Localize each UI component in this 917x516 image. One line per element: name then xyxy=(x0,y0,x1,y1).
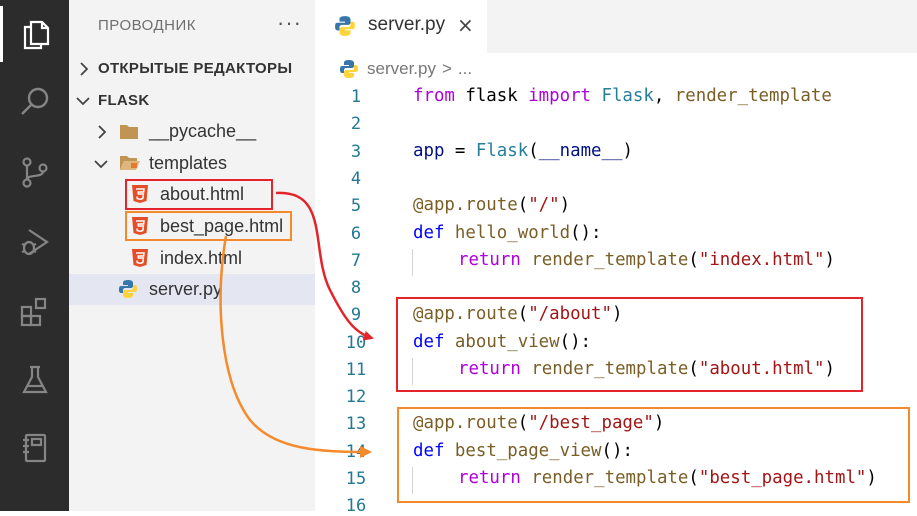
tab-label: server.py xyxy=(368,14,446,35)
breadcrumb: server.py > ... xyxy=(339,56,472,82)
tree-item-templates[interactable]: templates xyxy=(69,148,315,179)
best-page-route-highlight-box xyxy=(397,407,910,503)
python-icon xyxy=(339,59,359,79)
close-icon[interactable]: × xyxy=(457,13,474,37)
folder-section-label: FLASK xyxy=(98,92,150,109)
line-number: 11 xyxy=(345,360,367,380)
line-number: 6 xyxy=(350,224,362,244)
open-editors-section[interactable]: ОТКРЫТЫЕ РЕДАКТОРЫ xyxy=(69,53,315,84)
line-number: 7 xyxy=(350,251,362,271)
python-icon xyxy=(118,279,138,299)
run-debug-icon[interactable] xyxy=(0,214,69,270)
chevron-down-icon xyxy=(75,93,91,109)
chevron-right-icon xyxy=(76,61,92,77)
code-line[interactable]: app = Flask(__name__) xyxy=(413,141,633,161)
line-number: 12 xyxy=(345,387,367,407)
line-number: 9 xyxy=(350,305,362,325)
activity-bar xyxy=(0,0,69,511)
extensions-icon[interactable] xyxy=(0,284,69,340)
line-number: 4 xyxy=(350,169,362,189)
tree-item-label: templates xyxy=(149,153,228,173)
more-actions-button[interactable]: ··· xyxy=(277,10,302,36)
search-icon[interactable] xyxy=(0,74,69,130)
tree-item-label: __pycache__ xyxy=(149,121,257,141)
line-number: 16 xyxy=(345,496,367,516)
explorer-title: ПРОВОДНИК xyxy=(98,17,196,34)
line-number: 3 xyxy=(350,142,362,162)
line-number: 10 xyxy=(345,333,367,353)
code-line[interactable]: return render_template("index.html") xyxy=(458,250,835,270)
about-route-highlight-box xyxy=(396,297,863,392)
code-line[interactable]: def hello_world(): xyxy=(413,223,602,243)
folder-open-icon xyxy=(119,154,141,172)
about-html-highlight-box xyxy=(125,179,273,210)
python-icon xyxy=(334,15,356,37)
tab-server-py[interactable]: server.py × xyxy=(315,0,487,53)
best-page-html-highlight-box xyxy=(125,211,292,241)
code-line[interactable]: from flask import Flask, render_template xyxy=(413,86,832,106)
explorer-sidebar: ПРОВОДНИК ··· ОТКРЫТЫЕ РЕДАКТОРЫ FLASK _… xyxy=(69,0,315,511)
breadcrumb-rest[interactable]: ... xyxy=(458,59,472,79)
indent-guide xyxy=(412,249,413,276)
line-number: 13 xyxy=(345,414,367,434)
breadcrumb-file[interactable]: server.py xyxy=(367,59,436,79)
chevron-right-icon xyxy=(94,124,110,140)
tab-strip: server.py × xyxy=(315,0,917,53)
tree-item-index-html[interactable]: index.html xyxy=(69,243,315,274)
chevron-down-icon xyxy=(93,156,109,172)
tree-item-pycache[interactable]: __pycache__ xyxy=(69,116,315,147)
testing-icon[interactable] xyxy=(0,352,69,408)
line-number: 14 xyxy=(345,442,367,462)
tree-item-label: index.html xyxy=(160,248,243,268)
explorer-icon[interactable] xyxy=(0,6,69,62)
tree-item-label: server.py xyxy=(149,279,223,299)
line-number: 5 xyxy=(350,196,362,216)
line-number: 8 xyxy=(350,278,362,298)
line-number: 1 xyxy=(350,87,362,107)
line-number: 15 xyxy=(345,469,367,489)
line-number: 2 xyxy=(350,114,362,134)
notebook-icon[interactable] xyxy=(0,420,69,476)
tree-item-server-py[interactable]: server.py xyxy=(69,274,315,305)
folder-section-flask[interactable]: FLASK xyxy=(69,85,315,116)
open-editors-label: ОТКРЫТЫЕ РЕДАКТОРЫ xyxy=(98,60,293,77)
code-line[interactable]: @app.route("/") xyxy=(413,195,570,215)
breadcrumb-separator: > xyxy=(441,59,452,78)
html5-icon xyxy=(131,248,149,268)
source-control-icon[interactable] xyxy=(0,144,69,200)
folder-icon xyxy=(119,123,139,140)
